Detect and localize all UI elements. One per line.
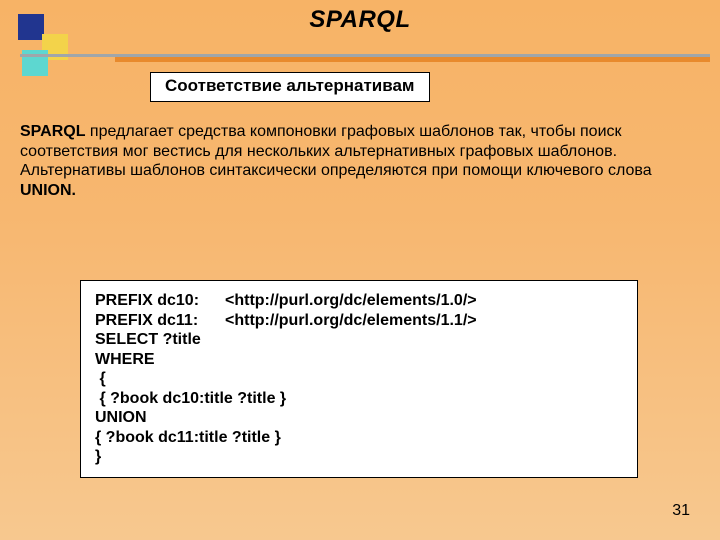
code-line-6: { ?book dc10:title ?title } bbox=[95, 389, 625, 409]
code-line-1: PREFIX dc10:<http://purl.org/dc/elements… bbox=[95, 291, 625, 311]
code-line-4: WHERE bbox=[95, 350, 625, 370]
code-line-9: } bbox=[95, 447, 625, 467]
header: SPARQL Соответствие альтернативам bbox=[0, 0, 720, 110]
slide: SPARQL Соответствие альтернативам SPARQL… bbox=[0, 0, 720, 540]
divider-orange bbox=[115, 57, 710, 62]
code-line-8: { ?book dc11:title ?title } bbox=[95, 428, 625, 448]
code-line-5: { bbox=[95, 369, 625, 389]
body-span-1: предлагает средства компоновки графовых … bbox=[20, 123, 622, 160]
code-line-7: UNION bbox=[95, 408, 625, 428]
prefix1-value: <http://purl.org/dc/elements/1.0/> bbox=[225, 292, 477, 309]
body-text: SPARQL предлагает средства компоновки гр… bbox=[20, 122, 700, 200]
body-strong-1: SPARQL bbox=[20, 123, 85, 140]
body-strong-2: UNION. bbox=[20, 182, 76, 199]
page-title: SPARQL bbox=[0, 6, 720, 34]
prefix1-label: PREFIX dc10: bbox=[95, 291, 225, 311]
subtitle-box: Соответствие альтернативам bbox=[150, 72, 430, 102]
code-line-3: SELECT ?title bbox=[95, 330, 625, 350]
prefix2-label: PREFIX dc11: bbox=[95, 311, 225, 331]
body-span-2: Альтернативы шаблонов синтаксически опре… bbox=[20, 162, 652, 179]
code-line-2: PREFIX dc11:<http://purl.org/dc/elements… bbox=[95, 311, 625, 331]
code-box: PREFIX dc10:<http://purl.org/dc/elements… bbox=[80, 280, 638, 478]
page-number: 31 bbox=[672, 502, 690, 520]
prefix2-value: <http://purl.org/dc/elements/1.1/> bbox=[225, 312, 477, 329]
